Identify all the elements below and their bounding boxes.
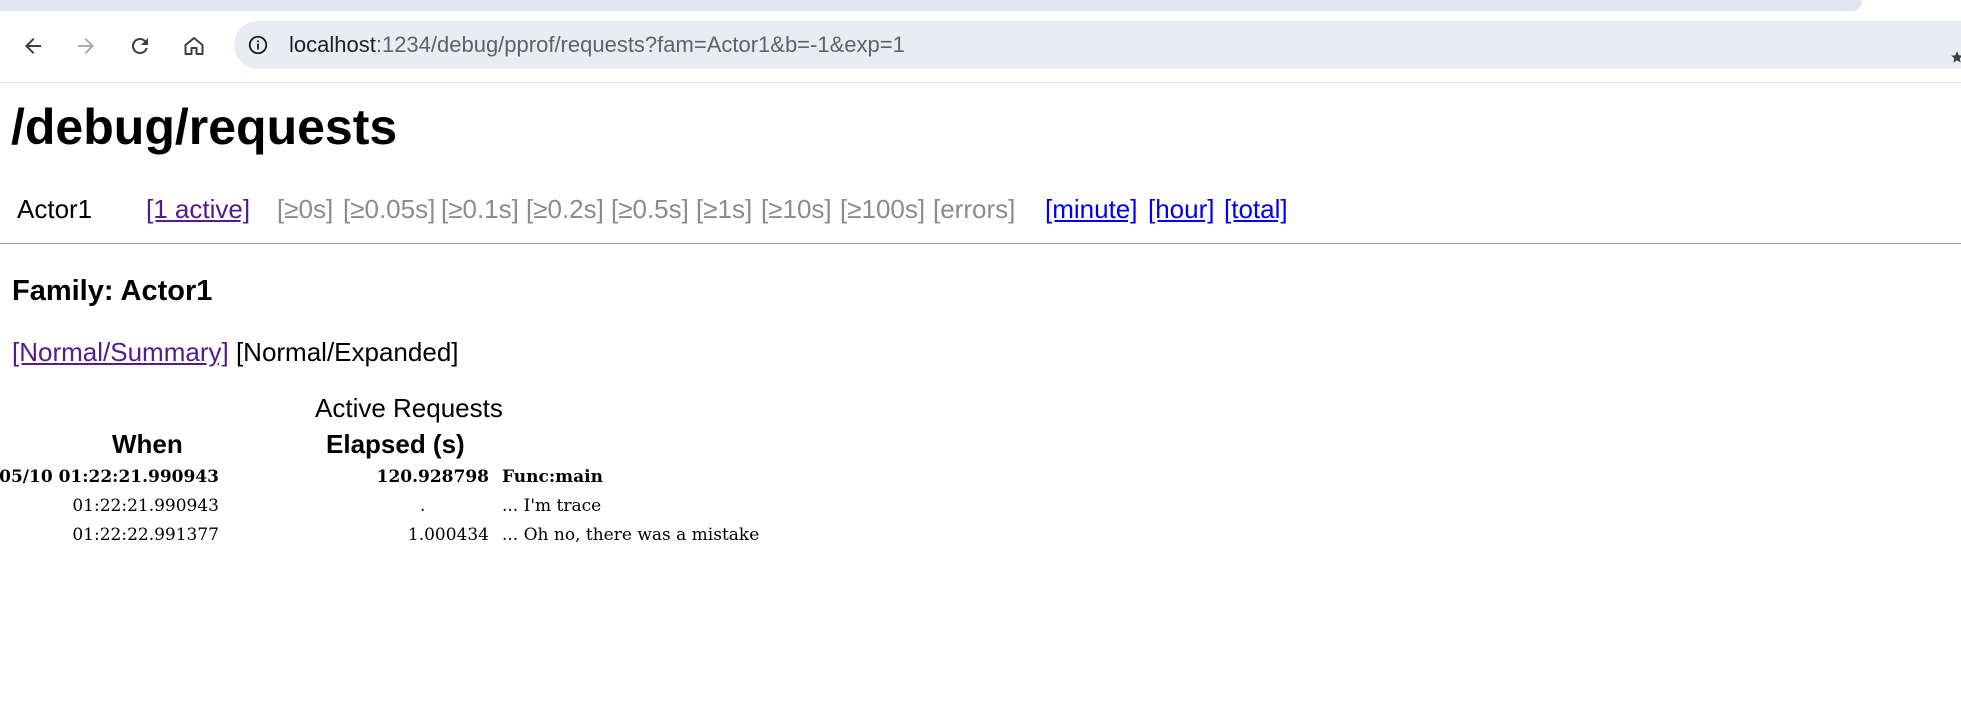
back-button[interactable] [13, 26, 53, 66]
bucket-0-05s: [≥0.05s] [343, 194, 436, 224]
info-icon[interactable] [246, 33, 270, 57]
request-when: 2025/05/10 01:22:21.990943 [0, 467, 219, 487]
hour-link[interactable]: [hour] [1148, 193, 1215, 225]
home-icon [184, 37, 204, 55]
active-tab-edge[interactable] [0, 0, 1862, 11]
normal-expanded-label: [Normal/Expanded] [235, 337, 459, 367]
home-button[interactable] [174, 26, 214, 66]
event-when: 01:22:21.990943 [72, 496, 219, 516]
total-link[interactable]: [total] [1224, 193, 1288, 225]
when-column-header: When [112, 429, 183, 459]
table-row: 2025/05/10 01:22:21.990943 120.928798 Fu… [0, 463, 900, 491]
bucket-errors: [errors] [933, 194, 1016, 224]
request-elapsed: 120.928798 [376, 467, 489, 487]
event-what: ... I'm trace [502, 496, 602, 516]
reload-icon [131, 37, 148, 54]
requests-table-caption: Active Requests [315, 393, 503, 423]
request-what: Func:main [502, 467, 603, 487]
arrow-left-icon [25, 38, 41, 54]
normal-summary-link[interactable]: [Normal/Summary] [12, 337, 229, 367]
table-row: 01:22:22.991377 1.000434 ... Oh no, ther… [0, 521, 900, 549]
view-mode-selector: [Normal/Summary] [Normal/Expanded] [12, 336, 459, 368]
url-host: localhost [289, 32, 376, 57]
address-bar[interactable]: localhost:1234/debug/pprof/requests?fam=… [234, 21, 1961, 69]
event-what: ... Oh no, there was a mistake [502, 525, 760, 545]
family-name-label: Actor1 [17, 194, 93, 224]
bucket-0-2s: [≥0.2s] [526, 194, 604, 224]
family-heading: Family: Actor1 [12, 275, 213, 307]
browser-toolbar: localhost:1234/debug/pprof/requests?fam=… [0, 14, 1961, 83]
bucket-100s: [≥100s] [840, 194, 926, 224]
url-text[interactable]: localhost:1234/debug/pprof/requests?fam=… [289, 32, 905, 58]
event-when: 01:22:22.991377 [72, 525, 219, 545]
reload-button[interactable] [120, 26, 160, 66]
event-elapsed: . [420, 496, 426, 516]
page-content: /debug/requests Actor1 [1 active] [≥0s] … [0, 83, 1961, 703]
table-row: 01:22:21.990943 . ... I'm trace [0, 492, 900, 520]
bucket-1s: [≥1s] [696, 194, 753, 224]
page-title: /debug/requests [11, 99, 398, 155]
star-icon[interactable] [1950, 50, 1961, 64]
event-elapsed: 1.000434 [407, 525, 489, 545]
bucket-navigation: Actor1 [1 active] [≥0s] [≥0.05s] [≥0.1s]… [0, 193, 1961, 244]
bucket-10s: [≥10s] [761, 194, 832, 224]
bucket-0s: [≥0s] [277, 194, 334, 224]
bucket-0-5s: [≥0.5s] [611, 194, 689, 224]
tab-strip [0, 0, 1961, 14]
forward-button[interactable] [66, 26, 106, 66]
minute-link[interactable]: [minute] [1045, 193, 1138, 225]
url-path: :1234/debug/pprof/requests?fam=Actor1&b=… [375, 32, 905, 57]
elapsed-column-header: Elapsed (s) [326, 429, 465, 459]
bucket-0-1s: [≥0.1s] [441, 194, 519, 224]
arrow-right-icon [78, 38, 94, 54]
active-requests-link[interactable]: [1 active] [146, 193, 250, 225]
